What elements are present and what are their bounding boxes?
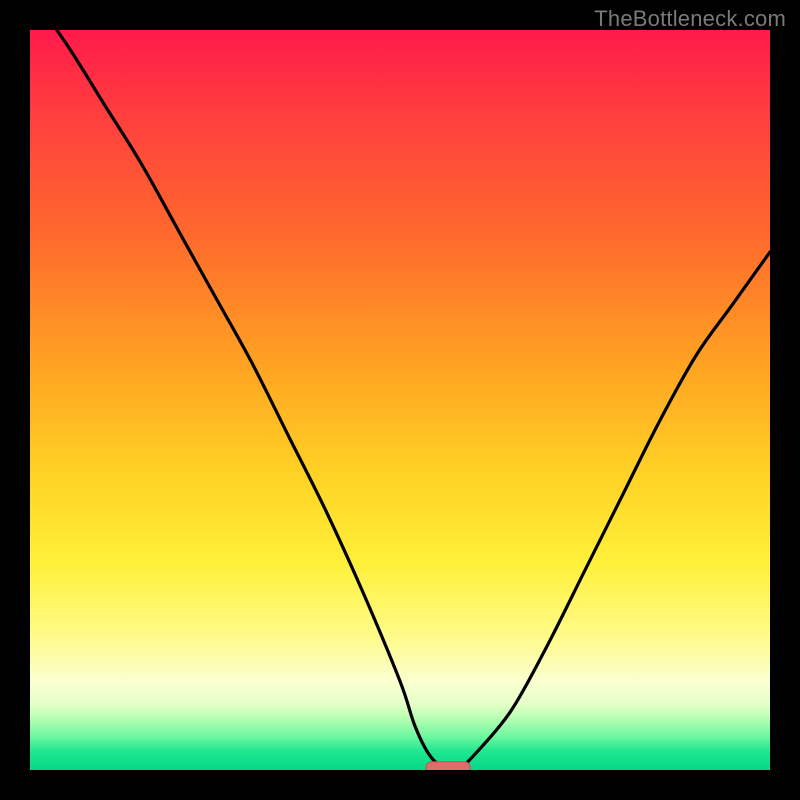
chart-frame: TheBottleneck.com [0,0,800,800]
watermark-text: TheBottleneck.com [594,6,786,32]
plot-area [30,30,770,770]
optimum-marker [30,30,770,770]
